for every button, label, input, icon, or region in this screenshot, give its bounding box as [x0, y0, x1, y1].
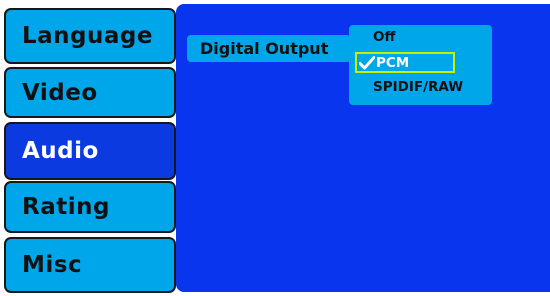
- digital-output-label: Digital Output: [200, 39, 329, 58]
- audio-settings-panel: Digital Output Off PCM SPIDIF/RAW: [176, 4, 550, 292]
- tab-audio[interactable]: Audio: [4, 122, 176, 180]
- tab-misc[interactable]: Misc: [4, 237, 176, 293]
- option-off[interactable]: Off: [373, 29, 395, 45]
- tab-misc-label: Misc: [22, 252, 83, 278]
- setup-screen: Language Video Audio Rating Misc Digital…: [0, 0, 550, 296]
- tab-rating[interactable]: Rating: [4, 181, 176, 233]
- option-spdif-raw[interactable]: SPIDIF/RAW: [373, 79, 463, 95]
- tab-language-label: Language: [22, 23, 153, 49]
- option-spdif-raw-label: SPIDIF/RAW: [373, 79, 464, 95]
- option-pcm[interactable]: PCM: [355, 52, 455, 73]
- digital-output-option[interactable]: Digital Output: [187, 35, 351, 62]
- tab-video-label: Video: [22, 79, 98, 106]
- tab-video[interactable]: Video: [4, 67, 176, 118]
- tab-rating-label: Rating: [22, 194, 110, 220]
- option-pcm-label: PCM: [376, 54, 410, 71]
- option-off-label: Off: [373, 29, 396, 45]
- tab-language[interactable]: Language: [4, 8, 176, 64]
- checkmark-icon: [358, 55, 376, 70]
- digital-output-dropdown: Off PCM SPIDIF/RAW: [349, 25, 492, 105]
- tab-audio-label: Audio: [22, 138, 99, 164]
